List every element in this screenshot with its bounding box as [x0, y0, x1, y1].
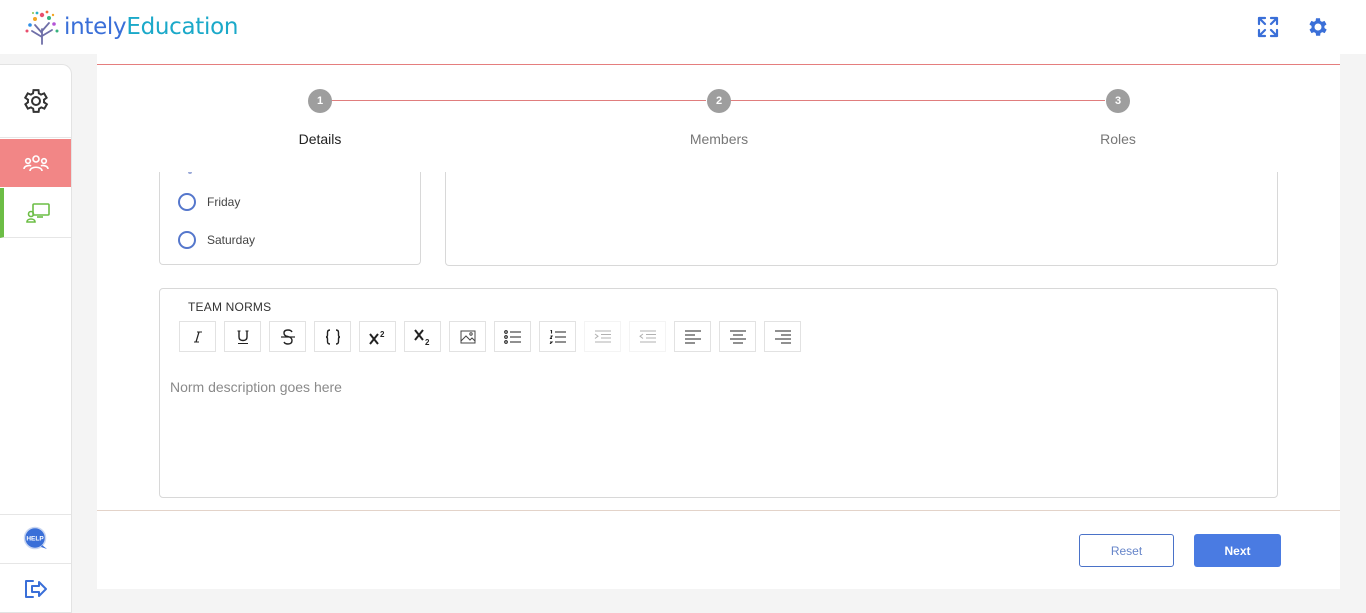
- step-2-label[interactable]: Members: [639, 131, 799, 147]
- logout-icon: [24, 580, 47, 598]
- footer-divider: [97, 510, 1340, 511]
- next-button[interactable]: Next: [1194, 534, 1281, 567]
- brand-logo[interactable]: intelyEducation: [22, 9, 238, 45]
- radio-button[interactable]: [178, 193, 196, 211]
- norm-description-editor[interactable]: Norm description goes here: [170, 379, 1265, 395]
- superscript-icon: 2: [368, 330, 385, 345]
- align-center-button[interactable]: [719, 321, 756, 352]
- day-label: Saturday: [207, 233, 256, 247]
- numbered-list-icon: [549, 329, 566, 344]
- day-option-saturday[interactable]: Saturday: [178, 231, 255, 249]
- main-card: 1 2 3 Details Members Roles Friday Satur…: [97, 54, 1340, 589]
- bullet-list-icon: [503, 329, 521, 344]
- team-norms-title: TEAM NORMS: [188, 300, 272, 314]
- underline-button[interactable]: [224, 321, 261, 352]
- image-icon: [460, 330, 475, 343]
- classroom-icon: [25, 202, 50, 223]
- day-option-friday[interactable]: Friday: [178, 193, 240, 211]
- sidebar-item-classroom[interactable]: [0, 188, 71, 238]
- align-left-icon: [684, 330, 701, 343]
- stepper-connector-2: [730, 100, 1105, 101]
- sidebar-item-settings[interactable]: [0, 65, 71, 138]
- step-1-label[interactable]: Details: [240, 131, 400, 147]
- underline-icon: [237, 329, 248, 344]
- align-right-icon: [774, 330, 791, 343]
- team-norms-editor: TEAM NORMS 2 2 Norm description goes her…: [159, 288, 1278, 498]
- details-panel: [445, 172, 1278, 266]
- strikethrough-icon: [280, 328, 295, 345]
- subscript-button[interactable]: 2: [404, 321, 441, 352]
- radio-button[interactable]: [178, 231, 196, 249]
- step-3-circle[interactable]: 3: [1106, 89, 1130, 113]
- code-braces-icon: [325, 328, 340, 345]
- team-icon: [22, 155, 49, 172]
- strikethrough-button[interactable]: [269, 321, 306, 352]
- align-right-button[interactable]: [764, 321, 801, 352]
- gear-icon: [23, 89, 48, 113]
- svg-text:2: 2: [380, 330, 385, 339]
- top-divider: [97, 64, 1340, 65]
- reset-button[interactable]: Reset: [1079, 534, 1174, 567]
- app-header: intelyEducation: [0, 0, 1366, 54]
- bullet-list-button[interactable]: [494, 321, 531, 352]
- help-icon: HELP: [23, 526, 47, 550]
- outdent-icon: [638, 330, 656, 342]
- numbered-list-button[interactable]: [539, 321, 576, 352]
- sidebar-item-help[interactable]: HELP: [0, 514, 71, 564]
- stepper-connector-1: [331, 100, 706, 101]
- day-selection-panel: Friday Saturday: [159, 172, 421, 265]
- step-1-circle[interactable]: 1: [308, 89, 332, 113]
- superscript-button[interactable]: 2: [359, 321, 396, 352]
- indent-button[interactable]: [584, 321, 621, 352]
- subscript-icon: 2: [413, 328, 430, 346]
- sidebar-item-logout[interactable]: [0, 565, 71, 613]
- step-3-label[interactable]: Roles: [1038, 131, 1198, 147]
- radio-cut-edge: [188, 172, 192, 174]
- step-2-circle[interactable]: 2: [707, 89, 731, 113]
- outdent-button[interactable]: [629, 321, 666, 352]
- italic-icon: [193, 331, 202, 342]
- indent-icon: [594, 330, 611, 342]
- day-label: Friday: [207, 195, 241, 209]
- brand-name: intelyEducation: [64, 14, 239, 40]
- italic-button[interactable]: [179, 321, 216, 352]
- svg-text:HELP: HELP: [26, 536, 44, 543]
- svg-text:2: 2: [425, 338, 430, 346]
- align-center-icon: [729, 330, 746, 343]
- sidebar-item-teams[interactable]: [0, 139, 71, 187]
- align-left-button[interactable]: [674, 321, 711, 352]
- insert-image-button[interactable]: [449, 321, 486, 352]
- editor-toolbar: 2 2: [179, 321, 809, 352]
- fullscreen-icon[interactable]: [1256, 15, 1280, 39]
- code-button[interactable]: [314, 321, 351, 352]
- gear-icon[interactable]: [1306, 15, 1330, 39]
- sidebar: HELP: [0, 64, 72, 613]
- tree-logo-icon: [25, 10, 59, 45]
